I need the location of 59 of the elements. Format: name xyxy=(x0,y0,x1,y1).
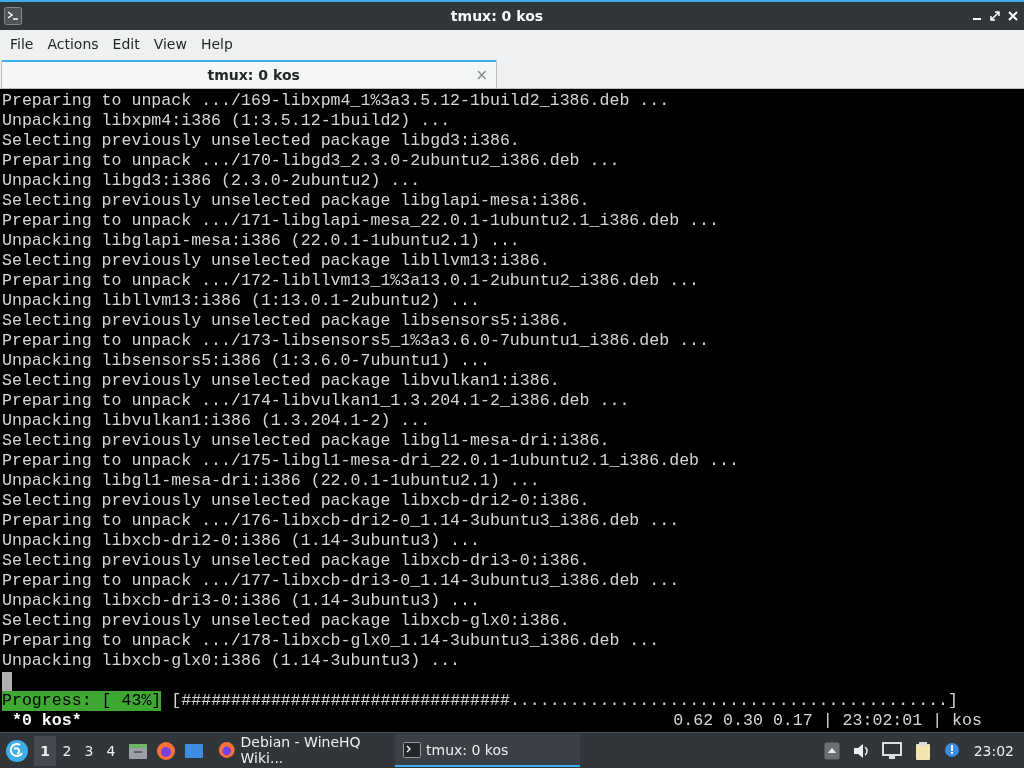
text-cursor xyxy=(2,672,12,691)
terminal-icon[interactable] xyxy=(4,7,22,25)
taskbar-window-button[interactable]: tmux: 0 kos xyxy=(395,734,580,767)
terminal-line: Unpacking libgd3:i386 (2.3.0-2ubuntu2) ... xyxy=(2,171,422,191)
terminal-line: Selecting previously unselected package libgl1-mesa-dri:i386. xyxy=(2,431,611,451)
terminal-line: Selecting previously unselected package libllvm13:i386. xyxy=(2,251,551,271)
terminal-line: Preparing to unpack .../176-libxcb-dri2-0_1.14-3ubuntu3_i386.deb ... xyxy=(2,511,681,531)
terminal-line: Unpacking libxcb-dri2-0:i386 (1.14-3ubuntu3) ... xyxy=(2,531,481,551)
terminal-line: Unpacking libgl1-mesa-dri:i386 (22.0.1-1ubuntu2.1) ... xyxy=(2,471,541,491)
terminal-line: Preparing to unpack .../171-libglapi-mesa_22.0.1-1ubuntu2.1_i386.deb ... xyxy=(2,211,720,231)
workspace-button[interactable]: 3 xyxy=(78,735,100,766)
terminal-line: Unpacking libvulkan1:i386 (1.3.204.1-2) ... xyxy=(2,411,432,431)
tmux-window-name: *0 kos* xyxy=(11,711,82,731)
taskbar-window-button[interactable]: Debian - WineHQ Wiki... xyxy=(210,734,395,767)
terminal-line: Unpacking libxcb-dri3-0:i386 (1.14-3ubuntu3) ... xyxy=(2,591,481,611)
terminal-line: Selecting previously unselected package libxcb-glx0:i386. xyxy=(2,611,571,631)
terminal-line: Preparing to unpack .../174-libvulkan1_1.3.204.1-2_i386.deb ... xyxy=(2,391,631,411)
workspace-button[interactable]: 2 xyxy=(56,735,78,766)
terminal-line: Preparing to unpack .../173-libsensors5_1%3a3.6.0-7ubuntu1_i386.deb ... xyxy=(2,331,710,351)
terminal-line: Selecting previously unselected package libxcb-dri2-0:i386. xyxy=(2,491,591,511)
terminal-line: Unpacking libxpm4:i386 (1:3.5.12-1build2) ... xyxy=(2,111,452,131)
menu-item[interactable]: View xyxy=(146,34,194,52)
menu-item[interactable]: Actions xyxy=(40,34,106,52)
terminal-line: Selecting previously unselected package libsensors5:i386. xyxy=(2,311,571,331)
terminal-icon xyxy=(403,741,421,758)
browser-icon xyxy=(218,739,236,760)
tab[interactable]: tmux: 0 kos × xyxy=(1,60,497,88)
network-icon[interactable] xyxy=(881,741,902,760)
menu-item[interactable]: Help xyxy=(193,34,240,52)
clipboard-icon[interactable] xyxy=(913,740,932,761)
terminal-line: Preparing to unpack .../172-libllvm13_1%3a13.0.1-2ubuntu2_i386.deb ... xyxy=(2,271,701,291)
menu-item[interactable]: File xyxy=(3,34,41,52)
browser-icon[interactable] xyxy=(156,740,176,761)
start-menu-icon[interactable] xyxy=(5,738,29,763)
terminal-line: Unpacking libxcb-glx0:i386 (1.14-3ubuntu3) ... xyxy=(2,651,462,671)
terminal-line: Selecting previously unselected package libxcb-dri3-0:i386. xyxy=(2,551,591,571)
terminal-line: Preparing to unpack .../178-libxcb-glx0_1.14-3ubuntu3_i386.deb ... xyxy=(2,631,661,651)
menu-item[interactable]: Edit xyxy=(105,34,147,52)
speaker-icon[interactable] xyxy=(851,742,870,759)
notification-icon[interactable] xyxy=(943,741,962,760)
terminal-line: Unpacking libsensors5:i386 (1:3.6.0-7ubuntu1) ... xyxy=(2,351,491,371)
terminal-line: Selecting previously unselected package libgd3:i386. xyxy=(2,131,521,151)
workspace-button[interactable]: 4 xyxy=(100,735,122,766)
progress-label: Progress: [ 43%] xyxy=(2,691,162,711)
workspace-button[interactable]: 1 xyxy=(34,735,56,766)
terminal-line: Preparing to unpack .../175-libgl1-mesa-dri_22.0.1-1ubuntu2.1_i386.deb ... xyxy=(2,451,740,471)
terminal-line: Selecting previously unselected package libglapi-mesa:i386. xyxy=(2,191,591,211)
terminal-line: Preparing to unpack .../177-libxcb-dri3-0_1.14-3ubuntu3_i386.deb ... xyxy=(2,571,681,591)
terminal-line: Preparing to unpack .../170-libgd3_2.3.0-2ubuntu2_i386.deb ... xyxy=(2,151,621,171)
terminal-line: Unpacking libllvm13:i386 (1:13.0.1-2ubuntu2) ... xyxy=(2,291,481,311)
maximize-icon[interactable] xyxy=(990,11,1000,21)
clock[interactable]: 23:02 xyxy=(973,742,1014,759)
close-icon[interactable] xyxy=(1008,11,1018,21)
terminal-line: Selecting previously unselected package libvulkan1:i386. xyxy=(2,371,561,391)
window-title: tmux: 0 kos xyxy=(449,8,545,24)
terminal-line: Preparing to unpack .../169-libxpm4_1%3a3.5.12-1build2_i386.deb ... xyxy=(2,91,671,111)
progress-bar-text: [#################################............................................] xyxy=(171,691,958,711)
tmux-status-info: 0.62 0.30 0.17 | 23:02:01 | kos xyxy=(673,711,982,731)
terminal-line: Unpacking libglapi-mesa:i386 (22.0.1-1ubuntu2.1) ... xyxy=(2,231,521,251)
